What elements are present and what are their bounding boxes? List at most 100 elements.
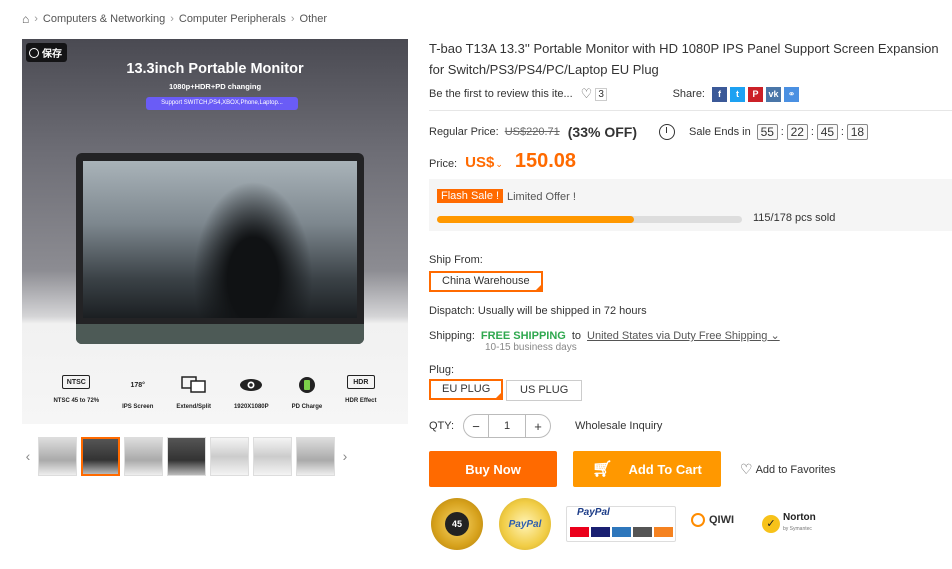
chevron-down-icon: ⌄ xyxy=(770,330,780,342)
add-to-favorites-label: Add to Favorites xyxy=(755,463,836,476)
currency-selector[interactable]: US$ xyxy=(465,154,494,171)
plug-option-us[interactable]: US PLUG xyxy=(506,380,583,401)
pinterest-icon[interactable]: P xyxy=(748,86,763,102)
thumbnail[interactable] xyxy=(38,436,77,476)
ntsc-icon: NTSC xyxy=(62,375,91,389)
save-label: 保存 xyxy=(42,49,62,60)
breadcrumb-link-peripherals[interactable]: Computer Peripherals xyxy=(179,13,286,25)
add-to-favorites-link[interactable]: ♡ Add to Favorites xyxy=(740,461,836,478)
thumbnail[interactable] xyxy=(167,436,206,476)
paypal-logo-text: PayPal xyxy=(577,507,610,518)
wholesale-inquiry-link[interactable]: Wholesale Inquiry xyxy=(575,420,662,432)
paypal-payment-logo: PayPal xyxy=(566,506,676,542)
review-link[interactable]: Be the first to review this ite... xyxy=(429,88,573,100)
timer-hours: 22 xyxy=(786,124,808,140)
timer-minutes: 45 xyxy=(816,124,838,140)
chevron-right-icon: › xyxy=(290,13,295,25)
charge-icon xyxy=(294,375,320,395)
plug-option-eu[interactable]: EU PLUG xyxy=(429,379,504,400)
price-label: Price: xyxy=(429,158,458,170)
discover-icon xyxy=(654,527,673,537)
free-shipping-text: FREE SHIPPING xyxy=(480,329,566,342)
pinterest-save-button[interactable]: 保存 xyxy=(26,43,67,62)
money-back-days: 45 xyxy=(445,512,469,536)
chevron-right-icon: › xyxy=(170,13,174,25)
ship-from-label: Ship From: xyxy=(429,254,483,266)
heart-icon: ♡ xyxy=(740,461,753,477)
plug-label: Plug: xyxy=(429,364,455,376)
main-product-image[interactable]: 保存 13.3inch Portable Monitor 1080p+HDR+P… xyxy=(22,39,408,424)
sold-progress-bar xyxy=(437,216,742,223)
breadcrumb-link-computers[interactable]: Computers & Networking xyxy=(43,13,165,25)
flash-sale-panel: Flash Sale ! Limited Offer ! 115/178 pcs… xyxy=(429,179,952,231)
feature-label: 1920X1080P xyxy=(233,404,269,410)
share-label: Share: xyxy=(672,88,705,100)
feature-hdr: HDR HDR Effect xyxy=(345,375,377,410)
thumbnail[interactable] xyxy=(210,436,249,476)
thumbnail-active[interactable] xyxy=(81,436,120,476)
hero-subtitle: 1080p+HDR+PD changing xyxy=(168,82,262,91)
quantity-label: QTY: xyxy=(429,420,455,432)
facebook-icon[interactable]: f xyxy=(712,86,727,102)
product-title: T-bao T13A 13.3'' Portable Monitor with … xyxy=(429,41,939,77)
breadcrumb-link-other[interactable]: Other xyxy=(300,13,328,25)
add-to-cart-label: Add To Cart xyxy=(628,461,702,477)
cart-icon: 🛒︎ xyxy=(592,461,613,478)
hdr-icon: HDR xyxy=(346,375,375,389)
thumbnail[interactable] xyxy=(296,436,335,476)
feature-strip: NTSC NTSC 45 to 72% 178° IPS Screen Exte… xyxy=(22,375,408,410)
feature-label: NTSC 45 to 72% xyxy=(53,398,100,404)
shipping-to: to xyxy=(571,329,582,342)
shipping-label: Shipping: xyxy=(429,329,475,342)
flash-sale-badge: Flash Sale ! xyxy=(437,189,504,203)
pinterest-icon xyxy=(29,47,39,58)
card-logos xyxy=(570,527,673,537)
limited-offer-text: Limited Offer ! xyxy=(507,191,576,203)
chevron-left-icon[interactable]: ‹ xyxy=(22,448,34,464)
heart-icon[interactable]: ♡ xyxy=(581,86,593,102)
visa-icon xyxy=(591,527,610,537)
twitter-icon[interactable]: t xyxy=(730,86,745,102)
feature-ips: 178° IPS Screen xyxy=(122,375,153,411)
review-share-row: Be the first to review this ite... ♡ 3 S… xyxy=(429,86,799,102)
feature-pd: PD Charge xyxy=(292,375,322,410)
quantity-input[interactable]: 1 xyxy=(488,415,526,437)
hero-pill: Support SWITCH,PS4,XBOX,Phone,Laptop... xyxy=(146,97,298,110)
norton-sub: by Symantec xyxy=(783,526,812,532)
dual-screen-icon xyxy=(180,375,207,395)
quantity-plus-button[interactable]: + xyxy=(526,419,550,434)
money-back-badge: 45 xyxy=(431,498,483,550)
feature-ntsc: NTSC NTSC 45 to 72% xyxy=(53,375,99,410)
quantity-minus-button[interactable]: − xyxy=(464,419,488,434)
vk-icon[interactable]: vk xyxy=(766,86,781,102)
norton-name: Norton xyxy=(783,512,816,523)
home-icon[interactable]: ⌂ xyxy=(22,12,29,26)
wishlist-count: 3 xyxy=(595,87,607,101)
add-to-cart-button[interactable]: 🛒︎ Add To Cart xyxy=(573,451,721,487)
regular-price-value: US$220.71 xyxy=(504,126,560,138)
angle-icon: 178° xyxy=(130,381,145,389)
discount-percent: (33% OFF) xyxy=(567,124,637,140)
link-icon[interactable]: ⚭ xyxy=(784,86,799,102)
thumbnail[interactable] xyxy=(124,436,163,476)
thumbnail[interactable] xyxy=(253,436,292,476)
breadcrumb: ⌂ › Computers & Networking › Computer Pe… xyxy=(22,12,327,26)
warehouse-option-china[interactable]: China Warehouse xyxy=(429,271,543,292)
chevron-right-icon[interactable]: › xyxy=(339,448,351,464)
feature-resolution: 1920X1080P xyxy=(234,375,269,410)
timer-days: 55 xyxy=(756,124,778,140)
feature-extend: Extend/Split xyxy=(176,375,211,410)
feature-label: HDR Effect xyxy=(345,398,377,404)
paypal-verified-text: PayPal xyxy=(508,518,542,530)
shipping-destination-link[interactable]: United States via Duty Free Shipping ⌄ xyxy=(587,329,780,342)
chevron-down-icon[interactable]: ⌄ xyxy=(495,159,503,170)
qiwi-logo: QIWI xyxy=(691,513,734,527)
shipping-destination: United States via Duty Free Shipping xyxy=(587,330,768,342)
tree-silhouette xyxy=(193,181,313,318)
shipping-days: 10-15 business days xyxy=(485,342,577,353)
regular-price-label: Regular Price: xyxy=(429,126,499,138)
thumbnail-strip: ‹ › xyxy=(22,436,364,476)
countdown-timer: 55: 22: 45: 18 xyxy=(756,124,868,140)
buy-now-button[interactable]: Buy Now xyxy=(429,451,557,487)
eye-icon xyxy=(238,375,264,395)
